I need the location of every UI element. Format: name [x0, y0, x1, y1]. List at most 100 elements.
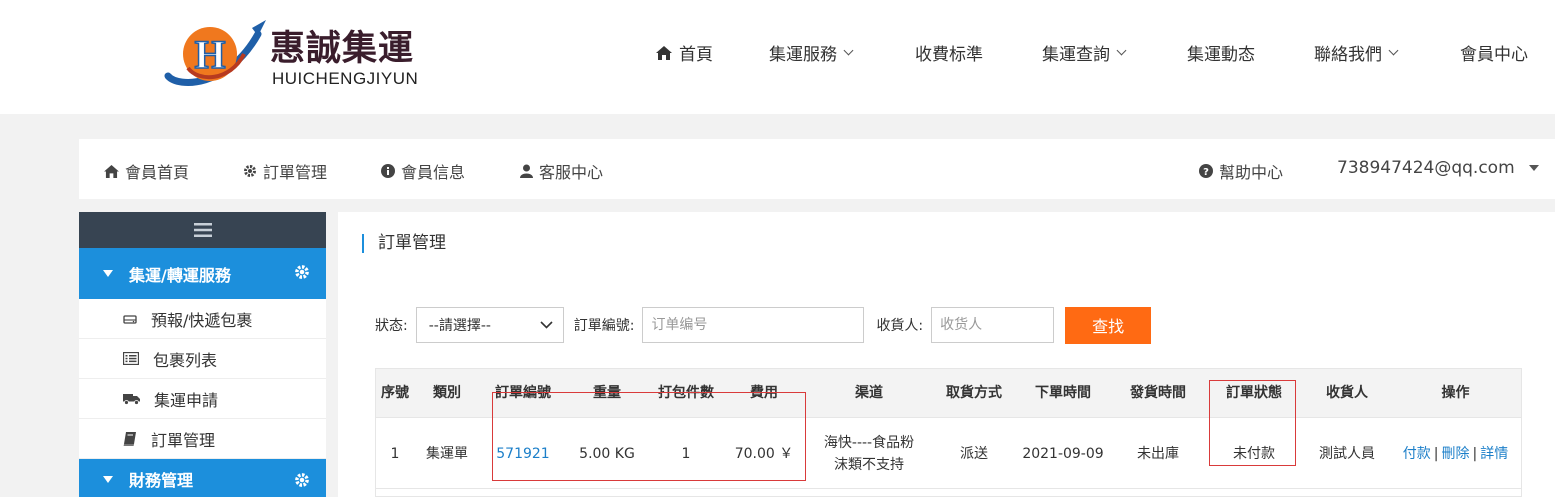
- sidebar-item-consolidation[interactable]: 集運申請: [79, 379, 326, 419]
- filter-bar: 狀态: --請選擇-- 訂單編號: 收貨人: 查找: [375, 306, 1152, 344]
- main-nav: 首頁 集運服務 收費标準 集運查詢 集運動态 聯絡我們 會員中心: [0, 40, 1555, 65]
- sidebar-item-label: 訂單管理: [151, 430, 216, 450]
- sidebar-item-label: 預報/快遞包裹: [151, 310, 253, 330]
- status-select[interactable]: --請選擇--: [415, 307, 564, 343]
- order-no-input[interactable]: [642, 307, 865, 343]
- chevron-down-icon: [1388, 45, 1399, 55]
- sidebar-item-package-list[interactable]: 包裹列表: [79, 339, 326, 379]
- nav-item-label: 首頁: [679, 45, 713, 65]
- channel-line: 沫類不支持: [834, 456, 904, 473]
- main-content: 訂單管理 狀态: --請選擇-- 訂單編號: 收貨人: 查找 序號 類別 訂單編…: [338, 212, 1555, 497]
- nav-item-label: 收費标準: [915, 45, 983, 65]
- info-icon: [381, 164, 395, 178]
- orders-table: 序號 類別 訂單編號 重量 打包件數 費用 渠道 取貨方式 下單時間 發貨時間 …: [375, 368, 1522, 497]
- member-nav-info[interactable]: 會員信息: [381, 159, 465, 183]
- column-header: 費用: [750, 385, 778, 401]
- cell-channel: 海快----食品粉 沫類不支持: [804, 419, 934, 488]
- member-nav-label: 會員信息: [401, 163, 466, 182]
- search-button[interactable]: 查找: [1065, 306, 1152, 344]
- site-header: H 惠誠集運 HUICHENGJIYUN 首頁 集運服務 收費标準 集運查詢 集…: [0, 0, 1555, 114]
- sidebar: 集運/轉運服務 預報/快遞包裹 包裹列表 集運申請 訂單管理 財務管理: [79, 212, 326, 497]
- cell-ship-time: 未出庫: [1137, 445, 1179, 462]
- status-filter-label: 狀态:: [375, 318, 408, 334]
- cell-receiver: 測試人員: [1319, 445, 1375, 462]
- nav-item-news[interactable]: 集運動态: [1187, 40, 1255, 65]
- sidebar-group-shipping[interactable]: 集運/轉運服務: [79, 248, 326, 299]
- nav-item-services[interactable]: 集運服務: [769, 40, 854, 65]
- cell-order-time: 2021-09-09: [1022, 445, 1104, 462]
- cell-type: 集運單: [426, 445, 468, 462]
- user-icon: [520, 164, 533, 178]
- receiver-input[interactable]: [931, 307, 1055, 343]
- action-separator: |: [1433, 445, 1439, 462]
- chevron-down-icon: [540, 321, 553, 329]
- nav-item-member-center[interactable]: 會員中心: [1460, 40, 1528, 65]
- user-account-menu[interactable]: 738947424@qq.com: [1337, 158, 1539, 178]
- member-nav-orders[interactable]: 訂單管理: [243, 159, 327, 183]
- member-bar: 會員首頁 訂單管理 會員信息 客服中心 ? 幫助中心 738947424@qq.…: [79, 139, 1555, 199]
- cell-actions: 付款 | 刪除 | 詳情: [1390, 419, 1521, 488]
- cell-status: 未付款: [1233, 445, 1275, 462]
- sidebar-item-forecast[interactable]: 預報/快遞包裹: [79, 299, 326, 339]
- column-header: 操作: [1441, 385, 1470, 401]
- sidebar-item-label: 包裹列表: [153, 350, 218, 370]
- member-nav-support[interactable]: 客服中心: [520, 159, 603, 183]
- menu-icon: [193, 223, 212, 237]
- cell-packages: 1: [681, 445, 691, 462]
- sidebar-group-label: 財務管理: [129, 471, 194, 490]
- column-header: 訂單編號: [495, 385, 551, 401]
- status-select-value: --請選擇--: [428, 318, 491, 334]
- home-icon: [656, 45, 672, 60]
- details-link[interactable]: 詳情: [1480, 443, 1508, 465]
- action-separator: |: [1472, 445, 1478, 462]
- member-nav-label: 客服中心: [539, 163, 604, 182]
- nav-item-tracking[interactable]: 集運查詢: [1042, 40, 1127, 65]
- svg-text:?: ?: [1203, 167, 1209, 178]
- user-email: 738947424@qq.com: [1337, 158, 1515, 178]
- caret-down-icon: [103, 475, 113, 483]
- page-title: 訂單管理: [362, 234, 446, 253]
- column-header: 類別: [433, 385, 461, 401]
- nav-item-pricing[interactable]: 收費标準: [915, 40, 983, 65]
- member-nav-home[interactable]: 會員首頁: [104, 159, 189, 183]
- nav-item-label: 集運動态: [1187, 45, 1255, 65]
- column-header: 發貨時間: [1130, 385, 1186, 401]
- drive-icon: [123, 314, 137, 324]
- caret-down-icon: [1528, 165, 1539, 171]
- home-icon: [104, 164, 119, 178]
- channel-line: 海快----食品粉: [823, 434, 915, 451]
- nav-item-home[interactable]: 首頁: [656, 40, 713, 65]
- order-no-filter-label: 訂單編號:: [573, 318, 635, 334]
- nav-item-label: 集運服務: [769, 45, 837, 65]
- cell-pickup: 派送: [960, 445, 988, 462]
- gear-icon: [244, 165, 256, 177]
- question-circle-icon: ?: [1199, 164, 1213, 178]
- receiver-filter-label: 收貨人:: [876, 318, 924, 334]
- cell-index: 1: [390, 445, 400, 462]
- gear-icon: [295, 473, 309, 487]
- sidebar-item-orders[interactable]: 訂單管理: [79, 419, 326, 459]
- column-header: 序號: [381, 385, 409, 401]
- nav-item-label: 聯絡我們: [1314, 45, 1382, 65]
- delete-link[interactable]: 刪除: [1442, 443, 1470, 465]
- sidebar-group-finance[interactable]: 財務管理: [79, 459, 326, 497]
- cell-weight: 5.00 KG: [579, 445, 635, 462]
- nav-item-label: 會員中心: [1460, 45, 1528, 65]
- pay-link[interactable]: 付款: [1403, 443, 1431, 465]
- table-row: 1 集運單 571921 5.00 KG 1 70.00 ￥ 海快----食品粉…: [376, 419, 1521, 489]
- chevron-down-icon: [843, 45, 854, 55]
- sidebar-group-label: 集運/轉運服務: [129, 265, 231, 285]
- nav-item-contact[interactable]: 聯絡我們: [1314, 40, 1399, 65]
- sidebar-item-label: 集運申請: [154, 390, 219, 410]
- sidebar-toggle[interactable]: [79, 212, 326, 248]
- column-header: 下單時間: [1035, 385, 1091, 401]
- help-center-label: 幫助中心: [1219, 163, 1284, 182]
- gear-icon: [295, 265, 309, 279]
- cell-fee: 70.00 ￥: [734, 445, 794, 462]
- chevron-down-icon: [1116, 45, 1127, 55]
- order-no-link[interactable]: 571921: [496, 443, 549, 465]
- column-header: 重量: [593, 385, 621, 401]
- help-center-link[interactable]: ? 幫助中心: [1199, 159, 1283, 183]
- member-nav-label: 訂單管理: [263, 163, 328, 182]
- nav-item-label: 集運查詢: [1042, 45, 1110, 65]
